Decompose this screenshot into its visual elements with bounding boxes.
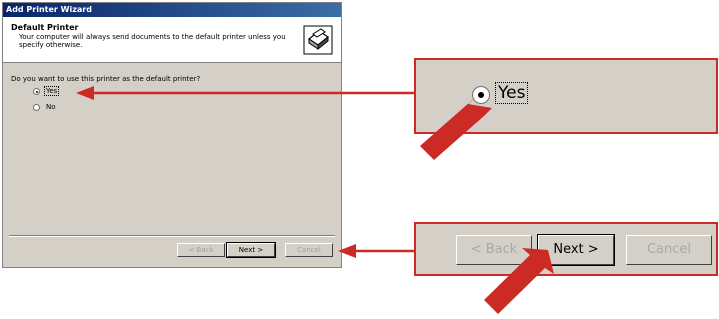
arrow-icon [338,244,414,258]
pointer-arrow-icon [420,94,492,160]
annotation-layer [76,86,554,314]
arrow-icon [76,86,414,100]
pointer-arrow-icon [484,248,554,314]
